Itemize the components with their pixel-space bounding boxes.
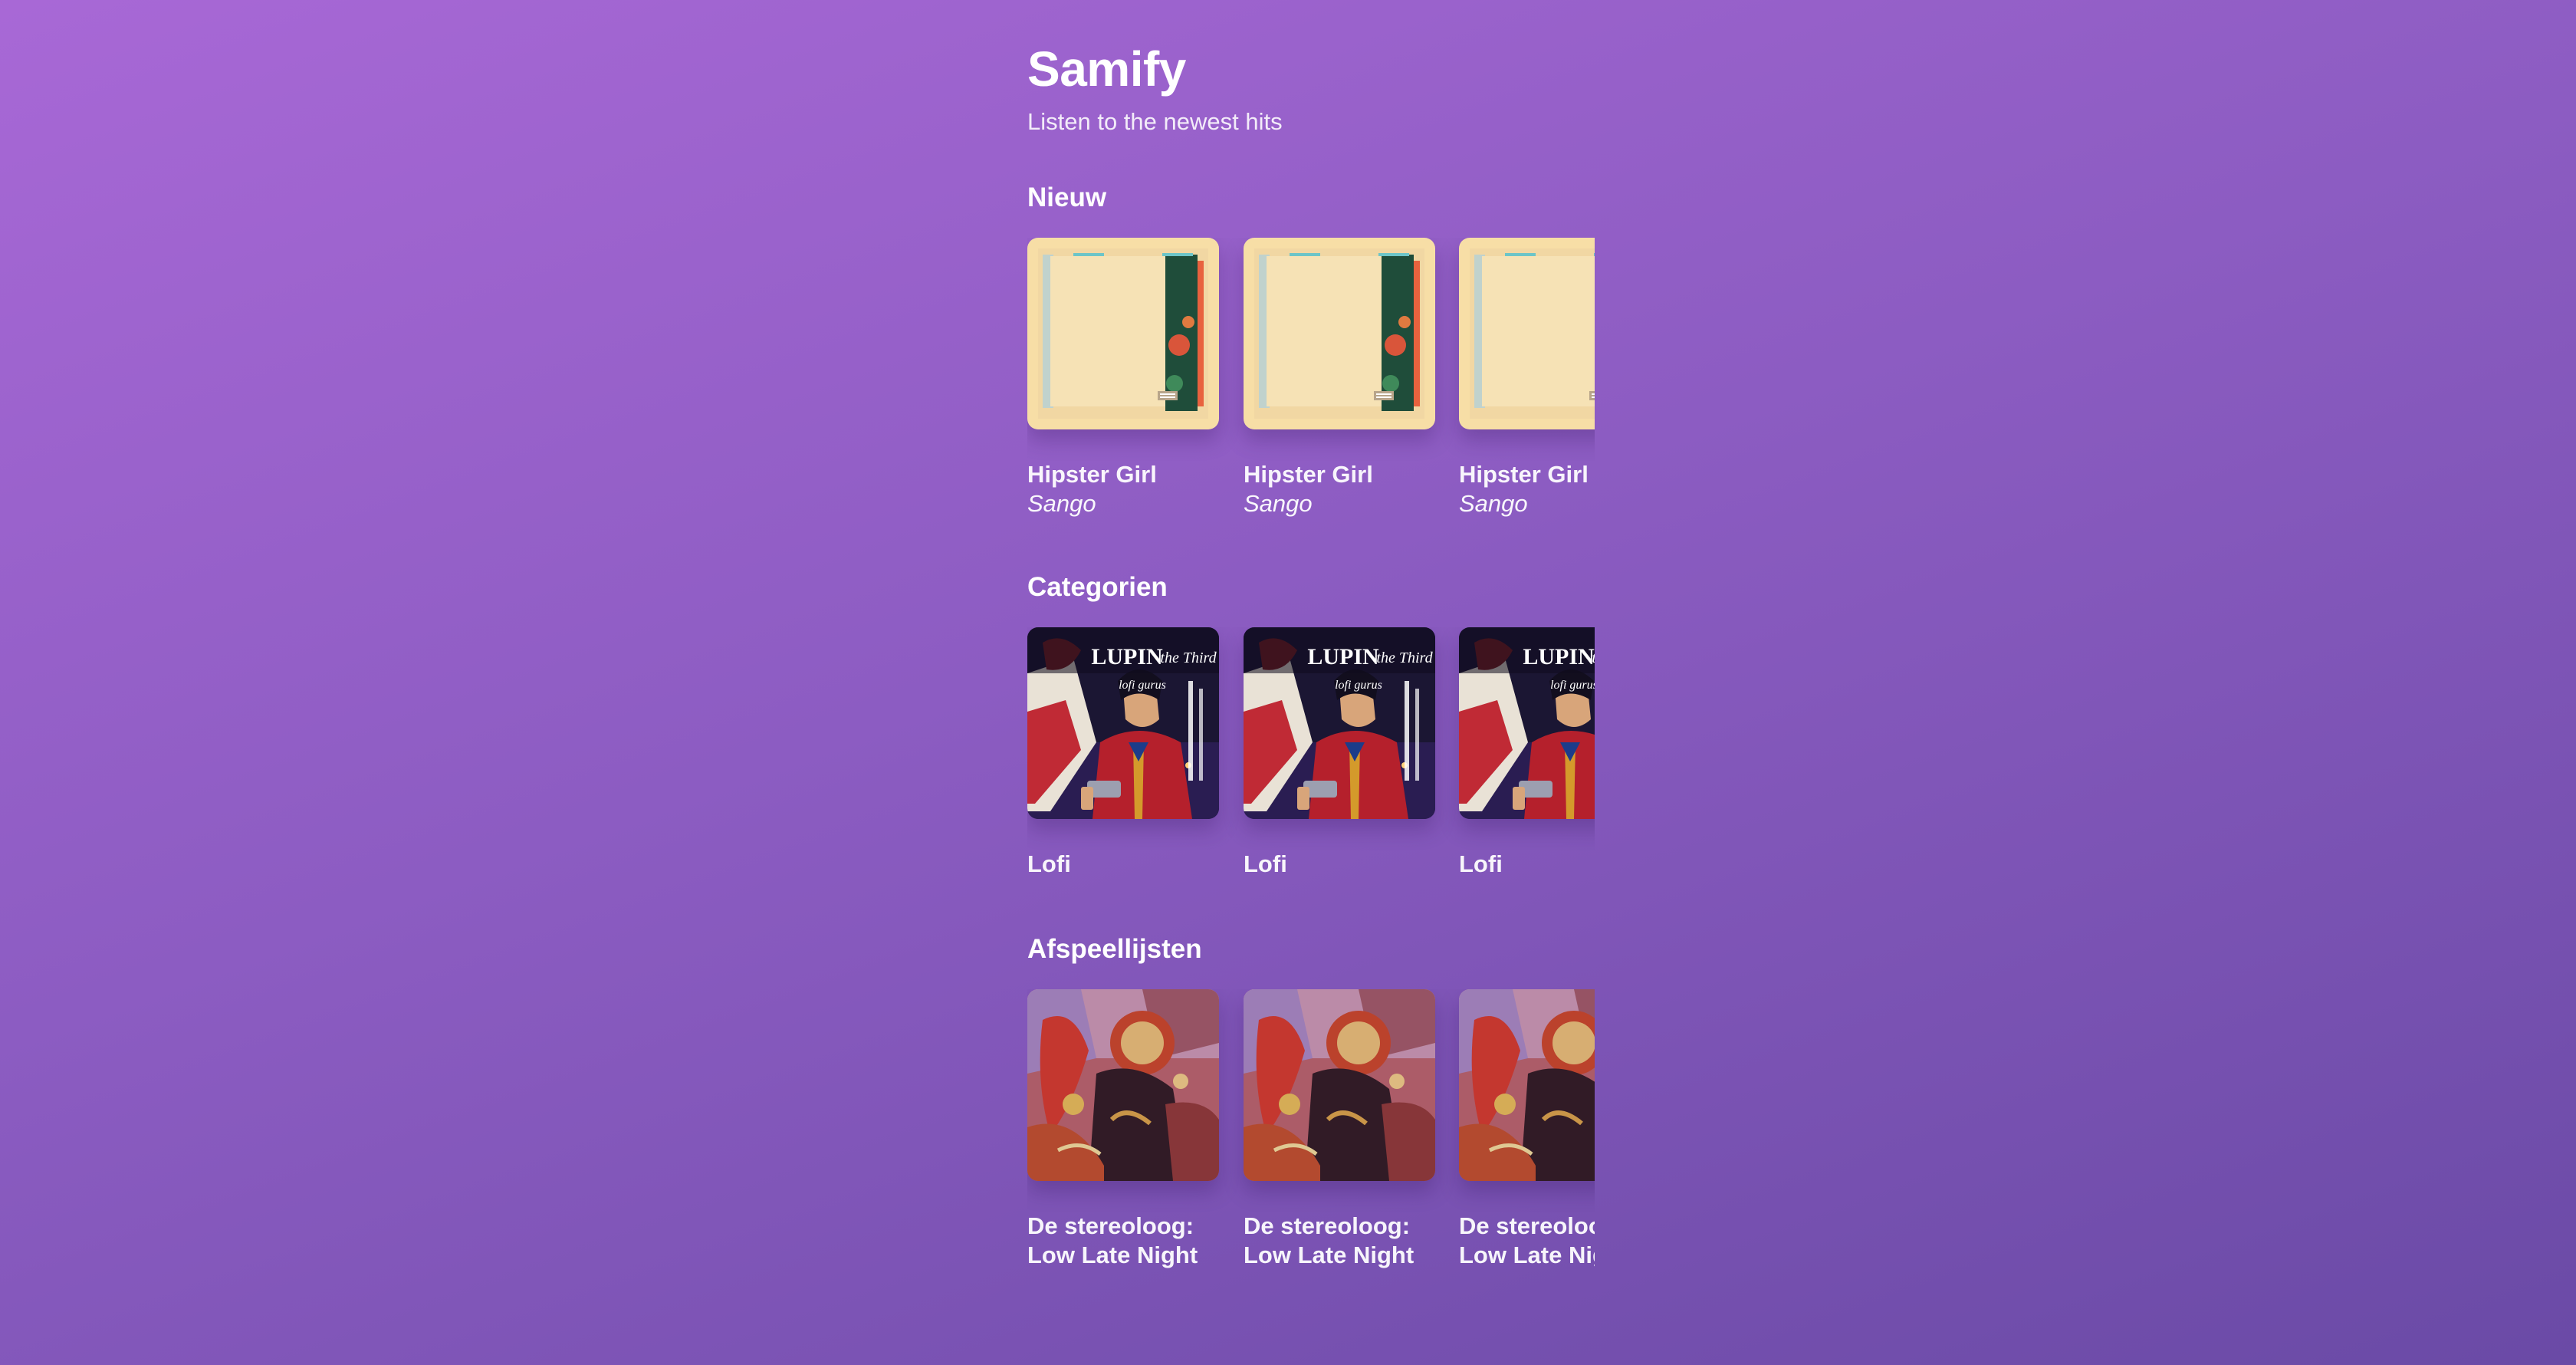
cover-text-line1: LUPIN	[1091, 644, 1163, 669]
section-title-new: Nieuw	[1027, 183, 1107, 212]
playlist-title: De stereoloog: Low Late Night	[1027, 1212, 1198, 1268]
section-title-playlists: Afspeellijsten	[1027, 934, 1202, 964]
playlist-title: De stereoloog: Low Late Night	[1459, 1212, 1595, 1268]
playlist-card[interactable]: De stereoloog: Low Late Night	[1244, 989, 1435, 1270]
cover-text-line3: lofi gurus	[1550, 679, 1595, 692]
category-title: Lofi	[1244, 850, 1287, 877]
album-title: Hipster Girl	[1244, 461, 1373, 488]
category-card[interactable]: LUPIN the Third lofi gurus Lofi	[1244, 627, 1435, 879]
playlist-title: De stereoloog: Low Late Night	[1244, 1212, 1414, 1268]
playlist-cover-icon[interactable]	[1244, 989, 1435, 1181]
album-artist: Sango	[1027, 490, 1096, 517]
category-title: Lofi	[1027, 850, 1071, 877]
category-card[interactable]: LUPIN the Third lofi gurus Lofi	[1027, 627, 1219, 879]
category-card[interactable]: LUPIN the Third lofi gurus Lofi	[1459, 627, 1595, 879]
app-container: Samify Listen to the newest hits Nieuw H…	[1027, 40, 1595, 1268]
playlist-card[interactable]: De stereoloog: Low Late Night	[1027, 989, 1219, 1270]
album-title: Hipster Girl	[1459, 461, 1589, 488]
playlist-card[interactable]: De stereoloog: Low Late Night	[1459, 989, 1595, 1270]
section-playlists: Afspeellijsten De stereoloog: Low Late N…	[1027, 933, 1595, 1268]
album-artist: Sango	[1459, 490, 1528, 517]
cover-text-line2: the Third	[1592, 650, 1595, 666]
cover-text-line3: lofi gurus	[1119, 679, 1166, 692]
cover-text-line1: LUPIN	[1523, 644, 1595, 669]
new-carousel[interactable]: Hipster Girl Sango Hipster Girl Sango Hi…	[1027, 238, 1595, 544]
playlists-carousel[interactable]: De stereoloog: Low Late Night De stereol…	[1027, 989, 1595, 1296]
playlist-cover-icon[interactable]	[1459, 989, 1595, 1181]
section-new: Nieuw Hipster Girl Sango Hipster Girl Sa…	[1027, 182, 1595, 517]
category-cover-icon[interactable]: LUPIN the Third lofi gurus	[1027, 627, 1219, 819]
album-artist: Sango	[1244, 490, 1313, 517]
cover-text-line1: LUPIN	[1307, 644, 1379, 669]
category-title: Lofi	[1459, 850, 1503, 877]
category-cover-icon[interactable]: LUPIN the Third lofi gurus	[1244, 627, 1435, 819]
album-cover-icon[interactable]	[1244, 238, 1435, 429]
category-cover-icon[interactable]: LUPIN the Third lofi gurus	[1459, 627, 1595, 819]
playlist-cover-icon[interactable]	[1027, 989, 1219, 1181]
album-card[interactable]: Hipster Girl Sango	[1459, 238, 1595, 518]
cover-text-line2: the Third	[1376, 650, 1433, 666]
album-cover-icon[interactable]	[1459, 238, 1595, 429]
album-card[interactable]: Hipster Girl Sango	[1027, 238, 1219, 518]
section-title-categories: Categorien	[1027, 572, 1168, 602]
app-title: Samify	[1027, 41, 1186, 97]
app-subtitle: Listen to the newest hits	[1027, 108, 1283, 135]
album-title: Hipster Girl	[1027, 461, 1157, 488]
categories-carousel[interactable]: LUPIN the Third lofi gurus Lofi LUPIN th…	[1027, 627, 1595, 934]
album-cover-icon[interactable]	[1027, 238, 1219, 429]
section-categories: Categorien LUPIN the Third lofi gurus Lo…	[1027, 571, 1595, 877]
album-card[interactable]: Hipster Girl Sango	[1244, 238, 1435, 518]
cover-text-line3: lofi gurus	[1335, 679, 1382, 692]
cover-text-line2: the Third	[1160, 650, 1217, 666]
